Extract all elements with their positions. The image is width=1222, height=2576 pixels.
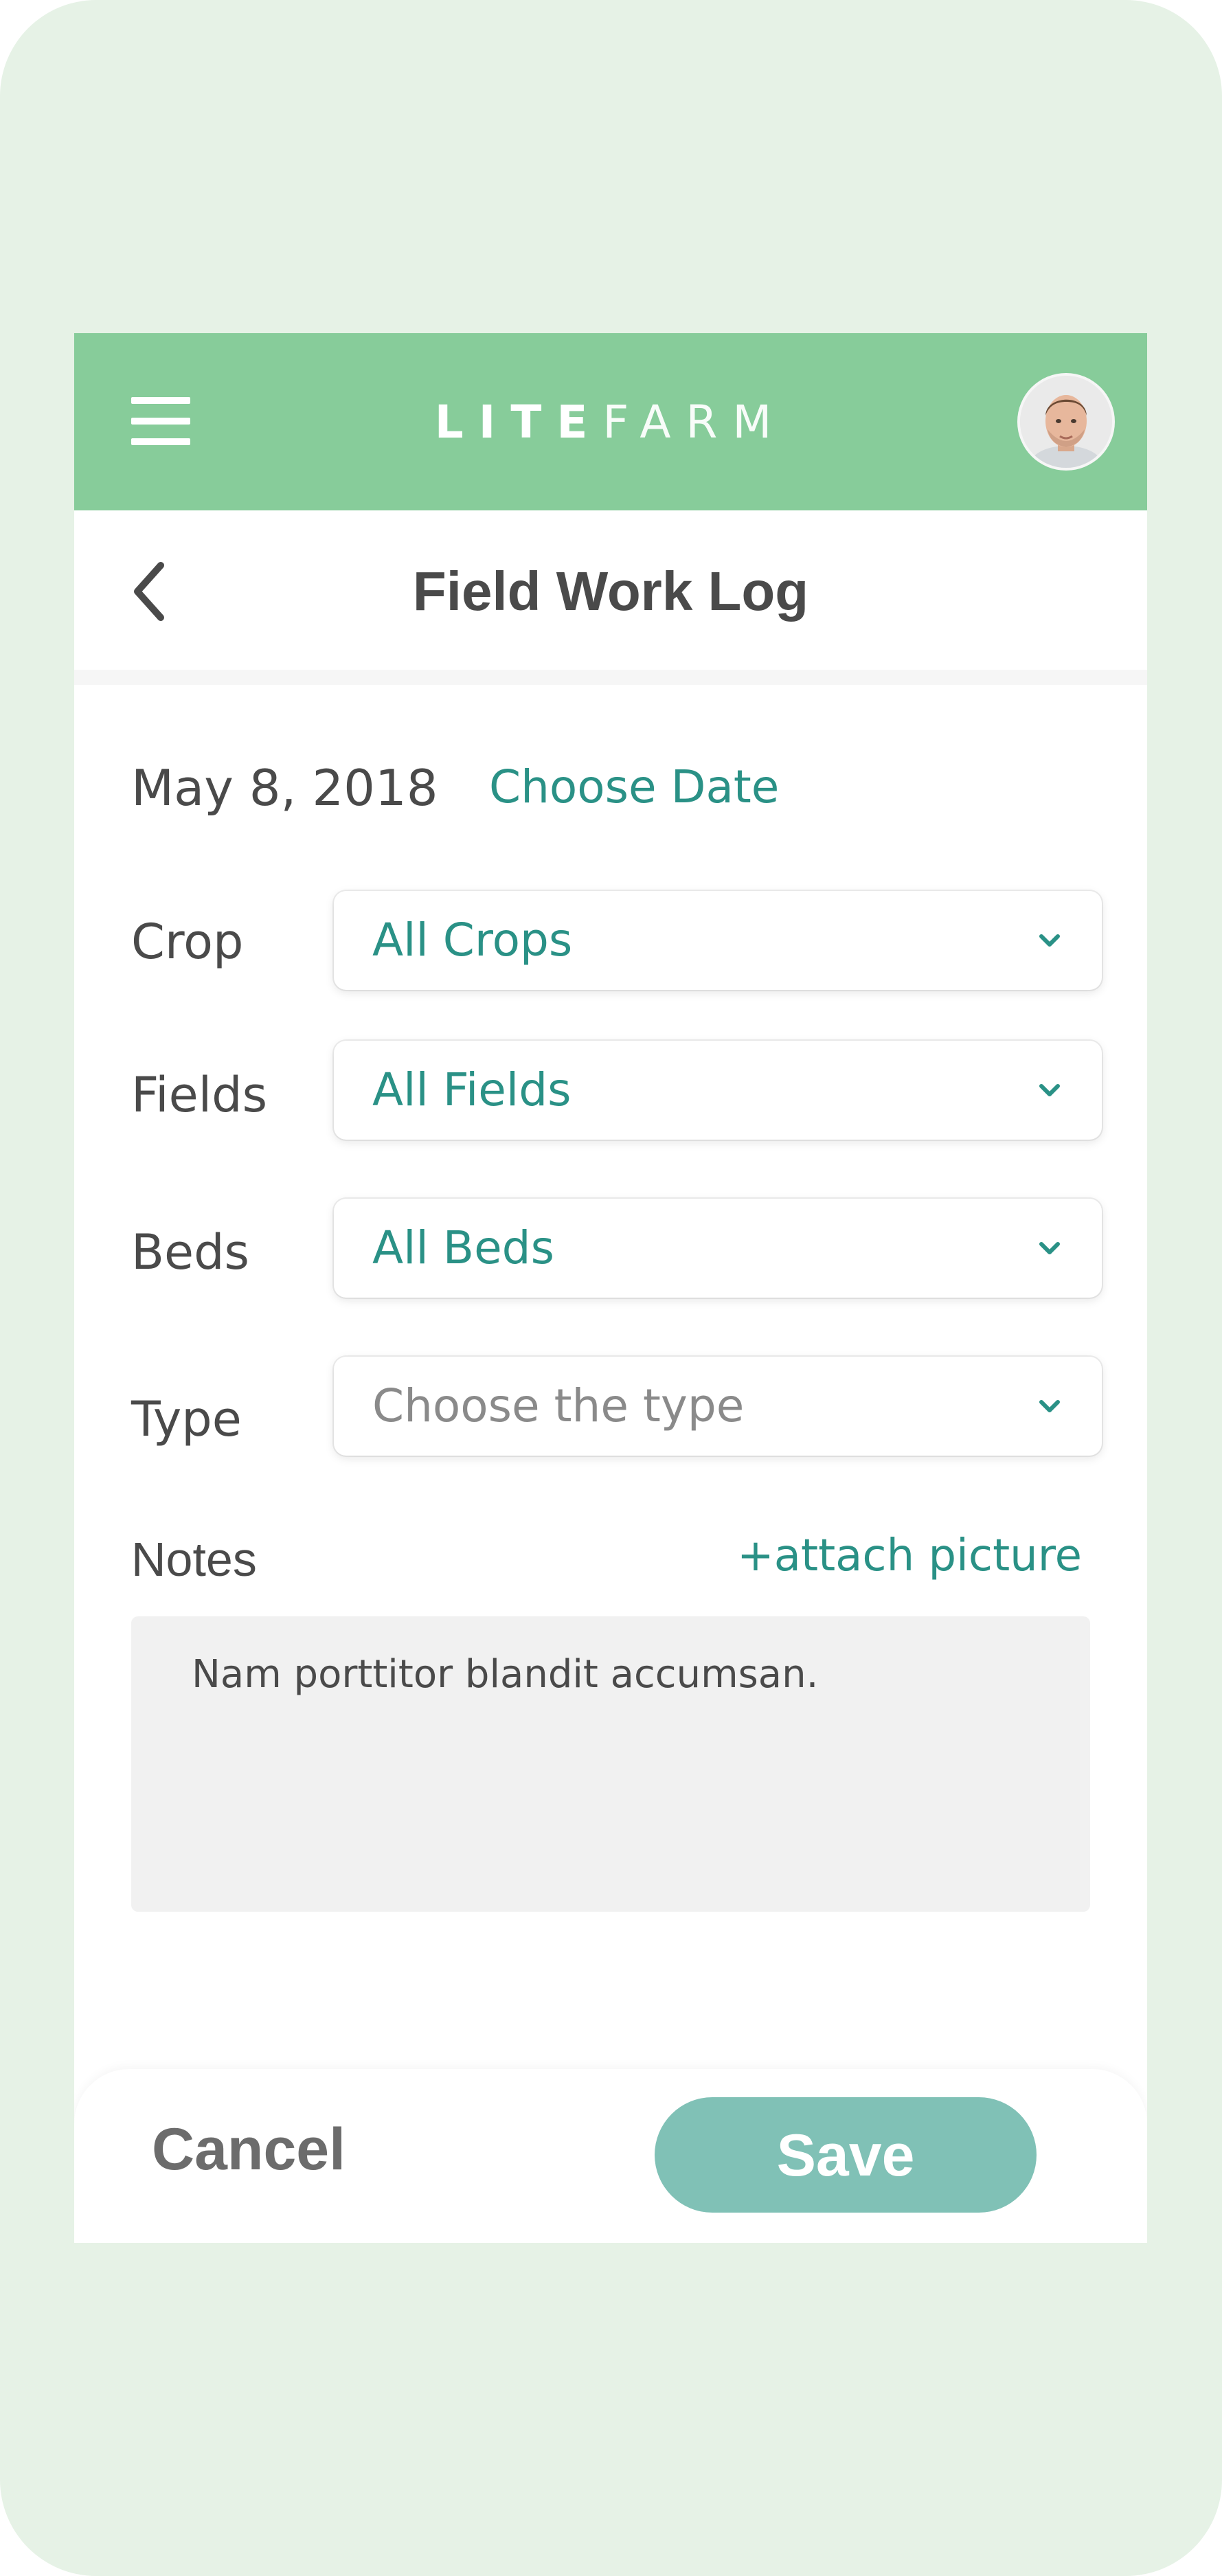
fields-select-value: All Fields (372, 1063, 572, 1116)
cancel-button[interactable]: Cancel (152, 2116, 346, 2184)
chevron-down-icon (1039, 1242, 1060, 1254)
type-label: Type (131, 1391, 242, 1447)
beds-select[interactable]: All Beds (334, 1199, 1102, 1298)
app-screen: LITEFARM Field Work Log May 8, 2018 Choo… (74, 333, 1147, 2243)
beds-label: Beds (131, 1224, 249, 1280)
attach-picture-link[interactable]: +attach picture (737, 1530, 1082, 1581)
logo-light-text: FARM (602, 396, 787, 449)
fields-select[interactable]: All Fields (334, 1041, 1102, 1140)
chevron-down-icon (1039, 1400, 1060, 1412)
chevron-down-icon (1039, 934, 1060, 947)
notes-textarea[interactable]: Nam porttitor blandit accumsan. (131, 1616, 1090, 1912)
type-select-placeholder: Choose the type (372, 1379, 745, 1432)
choose-date-link[interactable]: Choose Date (489, 760, 779, 813)
avatar[interactable] (1020, 376, 1112, 468)
chevron-down-icon (1039, 1084, 1060, 1096)
notes-label: Notes (131, 1533, 257, 1586)
app-logo: LITEFARM (74, 395, 1147, 450)
user-avatar-icon (1020, 376, 1112, 468)
title-bar: Field Work Log (74, 510, 1147, 685)
beds-select-value: All Beds (372, 1221, 554, 1274)
crop-select-value: All Crops (372, 914, 573, 967)
crop-label: Crop (131, 914, 244, 970)
date-value: May 8, 2018 (131, 759, 438, 817)
notes-text: Nam porttitor blandit accumsan. (192, 1652, 819, 1697)
device-frame: LITEFARM Field Work Log May 8, 2018 Choo… (0, 0, 1222, 2576)
page-title: Field Work Log (412, 561, 809, 622)
top-bar: LITEFARM (74, 333, 1147, 510)
logo-bold-text: LITE (434, 396, 603, 449)
save-button[interactable]: Save (655, 2097, 1037, 2213)
fields-label: Fields (131, 1067, 268, 1123)
type-select[interactable]: Choose the type (334, 1357, 1102, 1456)
crop-select[interactable]: All Crops (334, 891, 1102, 990)
